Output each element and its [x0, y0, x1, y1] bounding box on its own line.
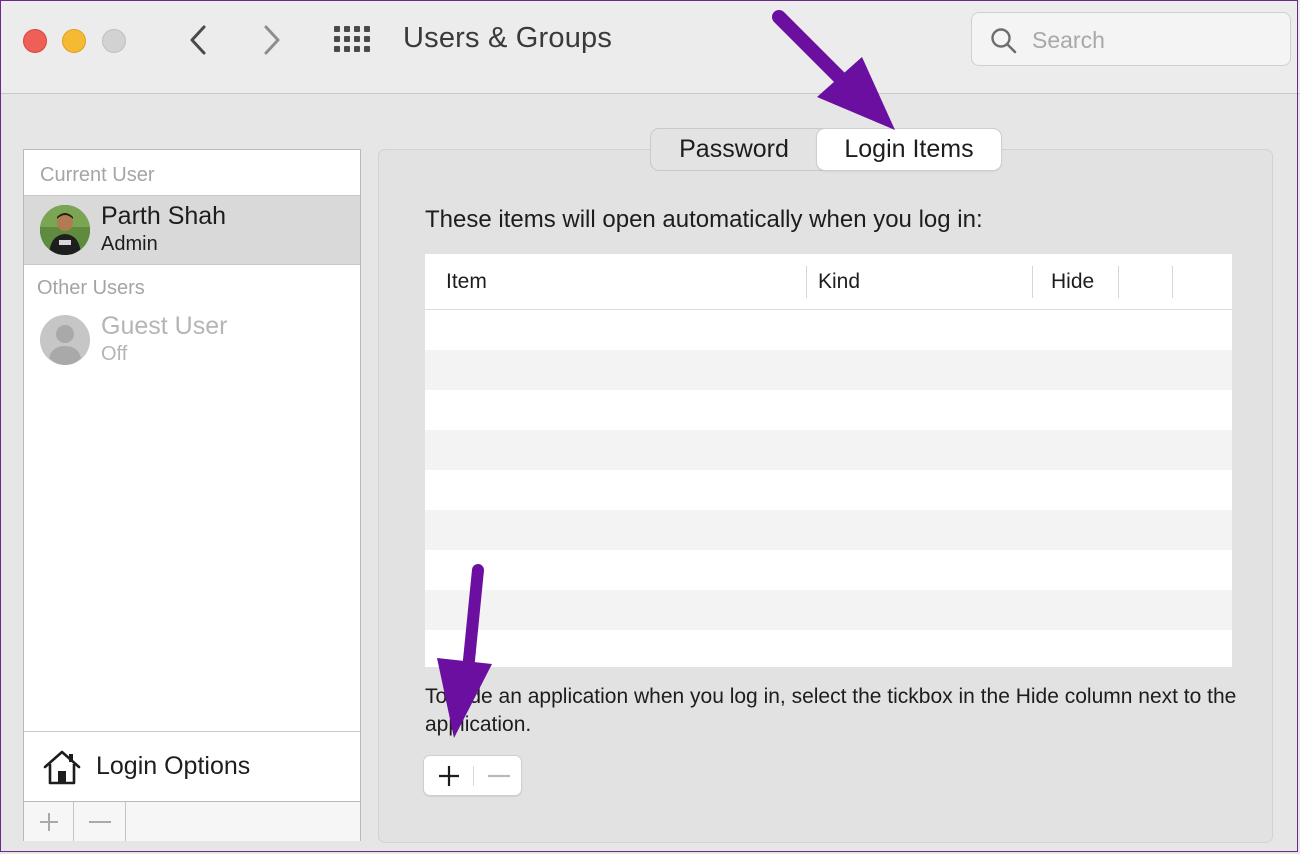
sidebar-button-bar: [24, 801, 360, 841]
back-button[interactable]: [178, 20, 218, 60]
current-user-name: Parth Shah: [101, 202, 227, 230]
minus-icon: [88, 820, 111, 823]
tab-login-items[interactable]: Login Items: [817, 129, 1001, 170]
search-input[interactable]: [1030, 23, 1274, 57]
column-header-item[interactable]: Item: [446, 254, 487, 309]
plus-icon: [39, 812, 58, 831]
chevron-right-icon: [264, 25, 280, 55]
login-items-table[interactable]: Item Kind Hide: [425, 254, 1232, 667]
column-divider: [806, 266, 807, 298]
plus-icon: [438, 765, 459, 786]
remove-login-item-button[interactable]: [474, 756, 523, 795]
table-row: [425, 590, 1232, 630]
current-user-role: Admin: [101, 233, 158, 255]
table-row: [425, 630, 1232, 667]
forward-button[interactable]: [252, 20, 292, 60]
user-row-current[interactable]: Parth Shah Admin: [24, 195, 360, 265]
table-row: [425, 430, 1232, 470]
login-options-label: Login Options: [96, 752, 251, 780]
remove-user-button[interactable]: [74, 802, 126, 841]
hide-column-hint: To hide an application when you log in, …: [425, 685, 1237, 736]
chevron-left-icon: [190, 25, 206, 55]
zoom-window-button[interactable]: [102, 29, 126, 53]
current-user-header: Current User: [40, 164, 155, 186]
column-divider: [1032, 266, 1033, 298]
add-user-button[interactable]: [24, 802, 74, 841]
guest-user-name: Guest User: [101, 312, 228, 340]
show-all-button[interactable]: [333, 24, 373, 56]
other-users-header: Other Users: [37, 277, 145, 299]
minus-icon: [487, 774, 510, 777]
tab-password[interactable]: Password: [651, 129, 817, 170]
table-row: [425, 350, 1232, 390]
search-field[interactable]: [971, 12, 1291, 66]
add-login-item-button[interactable]: [424, 756, 473, 795]
login-items-intro: These items will open automatically when…: [425, 206, 983, 233]
user-row-guest[interactable]: Guest User Off: [24, 306, 360, 376]
guest-user-status: Off: [101, 343, 128, 365]
table-row: [425, 470, 1232, 510]
users-sidebar: Current User Parth Shah Admin Other User…: [23, 149, 361, 841]
login-options-row[interactable]: Login Options: [24, 731, 360, 802]
table-row: [425, 550, 1232, 590]
annotation-arrow-icon: [772, 10, 895, 130]
table-row: [425, 310, 1232, 350]
column-divider: [1118, 266, 1119, 298]
guest-avatar-icon: [40, 315, 90, 365]
add-remove-control: [423, 755, 522, 796]
column-divider: [1172, 266, 1173, 298]
annotation-arrow-icon: [437, 564, 492, 738]
table-row: [425, 390, 1232, 430]
window-title: Users & Groups: [403, 22, 613, 54]
column-header-kind[interactable]: Kind: [818, 254, 860, 309]
minimize-window-button[interactable]: [62, 29, 86, 53]
avatar: [40, 205, 90, 255]
toolbar: Users & Groups: [0, 0, 1300, 94]
house-icon: [43, 750, 81, 785]
close-window-button[interactable]: [23, 29, 47, 53]
column-header-hide[interactable]: Hide: [1051, 254, 1094, 309]
table-row: [425, 510, 1232, 550]
search-icon: [991, 28, 1017, 54]
table-header: Item Kind Hide: [425, 254, 1232, 310]
